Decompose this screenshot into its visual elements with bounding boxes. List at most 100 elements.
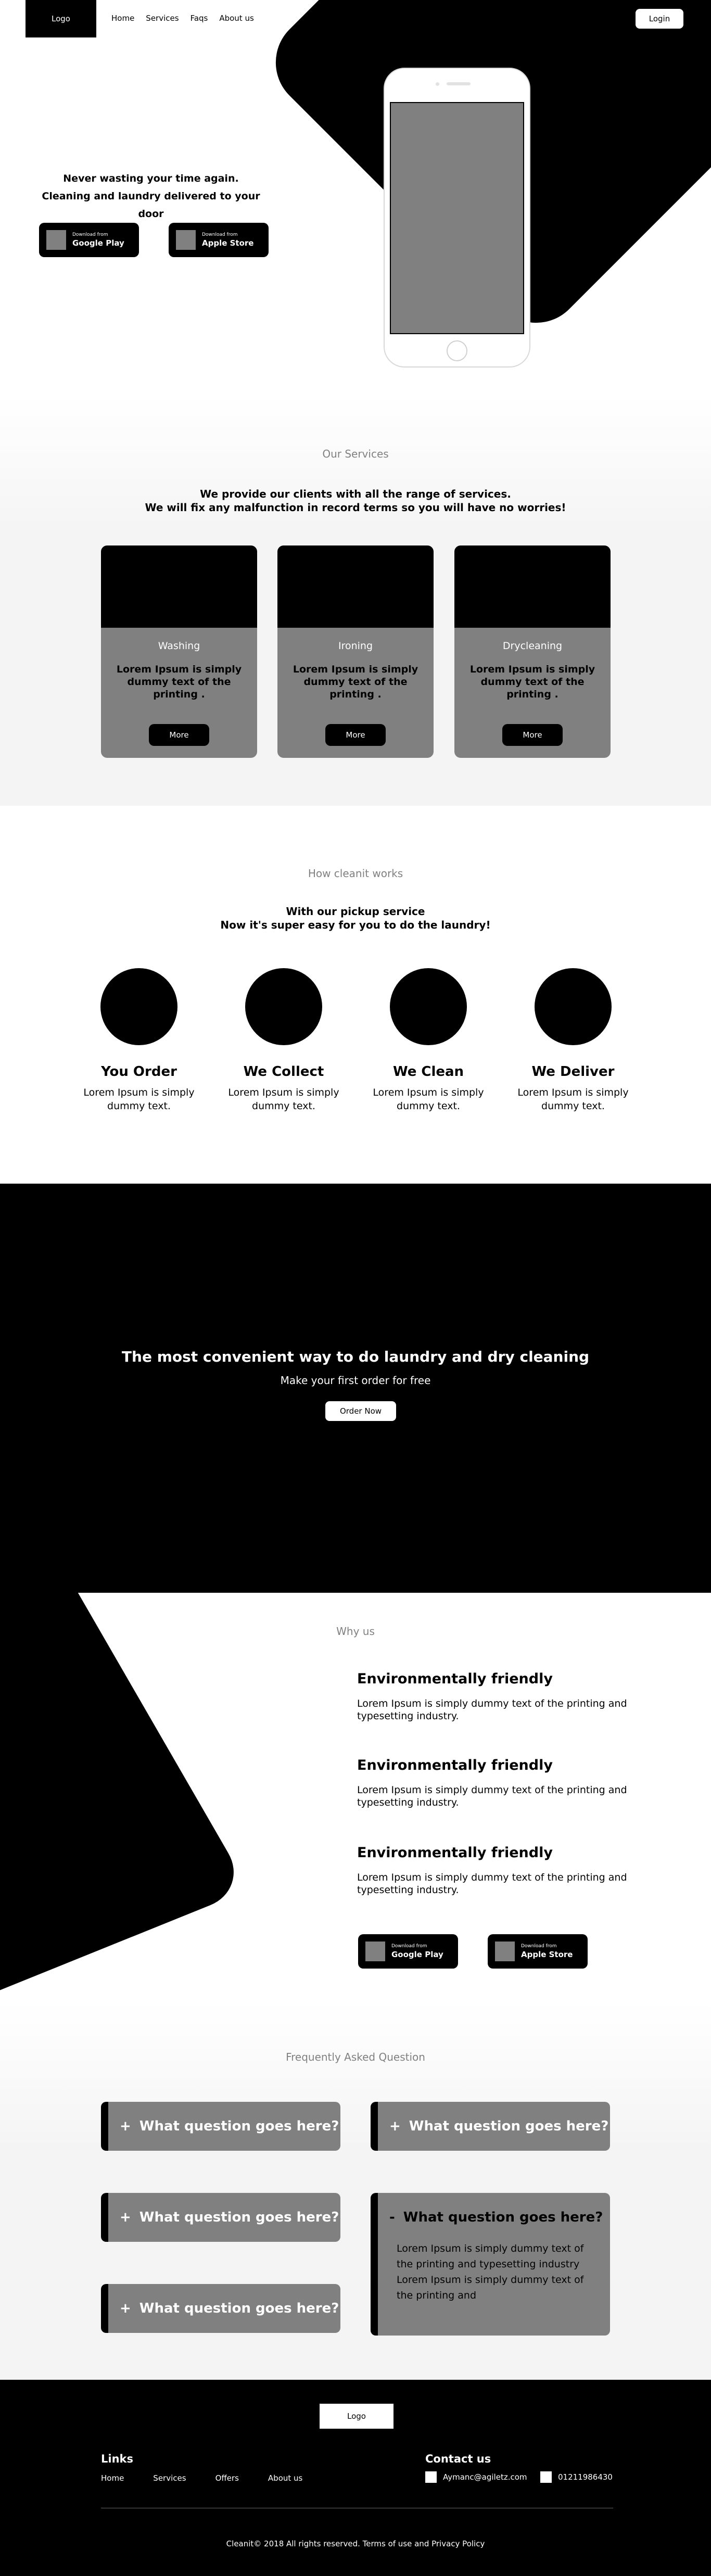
footer-link-offers[interactable]: Offers: [215, 2473, 239, 2483]
apple-store-icon: [495, 1941, 515, 1961]
faq-question: What question goes here?: [139, 2301, 339, 2316]
apple-store-button[interactable]: Download from Apple Store: [169, 223, 269, 257]
phone-screen: [390, 102, 524, 334]
faq-item-2[interactable]: + What question goes here?: [371, 2102, 610, 2151]
apple-store-small: Download from: [521, 1944, 557, 1949]
phone-speaker: [447, 82, 471, 85]
services-section: Our Services We provide our clients with…: [0, 396, 711, 806]
nav-about-us[interactable]: About us: [219, 14, 253, 23]
footer-link-home[interactable]: Home: [101, 2473, 124, 2483]
apple-store-icon: [176, 230, 196, 250]
faq-item-3[interactable]: + What question goes here?: [101, 2193, 340, 2242]
footer-links: Home Services Offers About us: [101, 2473, 332, 2483]
footer-link-about-us[interactable]: About us: [268, 2473, 302, 2483]
step-icon: [100, 968, 177, 1045]
services-sub-line-1: We provide our clients with all the rang…: [200, 488, 511, 500]
copyright: Cleanit© 2018 All rights reserved. Terms…: [226, 2539, 485, 2548]
service-card-ironing: Ironing Lorem Ipsum is simply dummy text…: [277, 545, 434, 758]
why-item-title: Environmentally friendly: [357, 1671, 553, 1687]
phone-home-button: [447, 340, 467, 361]
plus-icon: +: [120, 2118, 131, 2134]
step-text: Lorem Ipsum is simply dummy text.: [83, 1087, 195, 1112]
why-item-text: Lorem Ipsum is simply dummy text of the …: [357, 1872, 627, 1896]
apple-store-label: Apple Store: [202, 238, 254, 248]
card-text: Lorem Ipsum is simply dummy text of the …: [293, 664, 418, 700]
cta-title: The most convenient way to do laundry an…: [121, 1348, 590, 1365]
google-play-icon: [46, 230, 66, 250]
phone-text: 01211986430: [558, 2472, 613, 2482]
more-button[interactable]: More: [149, 724, 209, 746]
footer-link-services[interactable]: Services: [153, 2473, 186, 2483]
faq-item-4[interactable]: + What question goes here?: [101, 2284, 340, 2333]
service-card-drycleaning: Drycleaning Lorem Ipsum is simply dummy …: [454, 545, 611, 758]
faq-question: What question goes here?: [409, 2118, 609, 2134]
contact-phone[interactable]: 01211986430: [540, 2471, 613, 2483]
order-now-button[interactable]: Order Now: [325, 1401, 396, 1421]
nav-services[interactable]: Services: [146, 14, 179, 23]
faq-question: What question goes here?: [139, 2210, 339, 2225]
step-text: Lorem Ipsum is simply dummy text.: [373, 1087, 484, 1112]
why-us-section: Why us Environmentally friendly Lorem Ip…: [0, 1593, 711, 2000]
hero-line-2: Cleaning and laundry delivered to your d…: [42, 191, 260, 220]
why-item-text: Lorem Ipsum is simply dummy text of the …: [357, 1784, 627, 1808]
google-play-button[interactable]: Download from Google Play: [39, 223, 139, 257]
why-background-shape: [0, 1593, 249, 2000]
card-title: Ironing: [338, 640, 373, 652]
how-subtitle: With our pickup service Now it's super e…: [0, 905, 711, 932]
minus-icon: -: [389, 2210, 395, 2225]
how-it-works-section: How cleanit works With our pickup servic…: [0, 806, 711, 1184]
footer-logo[interactable]: Logo: [320, 2404, 393, 2429]
step-title: We Clean: [392, 1064, 464, 1080]
card-text: Lorem Ipsum is simply dummy text of the …: [469, 664, 595, 700]
faq-label: Frequently Asked Question: [286, 2051, 425, 2063]
more-button[interactable]: More: [502, 724, 563, 746]
how-sub-line-1: With our pickup service: [286, 905, 425, 918]
header-logo[interactable]: Logo: [26, 0, 96, 37]
google-play-label: Google Play: [72, 238, 124, 248]
cta-subtitle: Make your first order for free: [280, 1374, 431, 1387]
apple-store-button[interactable]: Download from Apple Store: [488, 1934, 588, 1969]
contact-email[interactable]: Aymanc@agiletz.com: [425, 2471, 527, 2483]
apple-store-label: Apple Store: [521, 1950, 573, 1959]
step-text: Lorem Ipsum is simply dummy text.: [228, 1087, 339, 1112]
why-item-3: Environmentally friendly Lorem Ipsum is …: [357, 1845, 649, 1896]
step-we-collect: We Collect Lorem Ipsum is simply dummy t…: [216, 968, 351, 1113]
footer-links-title: Links: [101, 2453, 133, 2465]
why-item-title: Environmentally friendly: [357, 1845, 553, 1861]
apple-store-small: Download from: [202, 232, 238, 237]
faq-section: Frequently Asked Question + What question…: [0, 2000, 711, 2380]
service-card-washing: Washing Lorem Ipsum is simply dummy text…: [101, 545, 257, 758]
nav-links: Home Services Faqs About us: [111, 14, 254, 23]
nav-faqs[interactable]: Faqs: [191, 14, 208, 23]
more-button[interactable]: More: [325, 724, 386, 746]
plus-icon: +: [120, 2210, 131, 2225]
step-title: We Deliver: [531, 1064, 615, 1080]
card-text: Lorem Ipsum is simply dummy text of the …: [116, 664, 242, 700]
why-item-title: Environmentally friendly: [357, 1757, 553, 1773]
faq-item-5-expanded[interactable]: - What question goes here? Lorem Ipsum is…: [371, 2193, 610, 2336]
card-image: [101, 545, 257, 628]
google-play-button[interactable]: Download from Google Play: [358, 1934, 458, 1969]
card-title: Drycleaning: [502, 640, 563, 652]
services-label: Our Services: [322, 448, 389, 460]
why-item-text: Lorem Ipsum is simply dummy text of the …: [357, 1698, 627, 1722]
step-icon: [390, 968, 467, 1045]
phone-icon: [540, 2471, 552, 2483]
footer-contact-title: Contact us: [425, 2453, 491, 2465]
footer: Logo Links Home Services Offers About us…: [0, 2380, 711, 2576]
step-icon: [535, 968, 612, 1045]
step-title: We Collect: [243, 1064, 324, 1080]
faq-answer: Lorem Ipsum is simply dummy text of the …: [397, 2243, 584, 2301]
step-we-deliver: We Deliver Lorem Ipsum is simply dummy t…: [505, 968, 641, 1113]
email-icon: [425, 2471, 437, 2483]
why-label: Why us: [336, 1625, 375, 1638]
login-button[interactable]: Login: [636, 9, 683, 29]
card-image: [277, 545, 434, 628]
google-play-label: Google Play: [391, 1950, 443, 1959]
hero-line-1: Never wasting your time again.: [63, 173, 239, 184]
faq-question: What question goes here?: [139, 2118, 339, 2134]
step-icon: [245, 968, 322, 1045]
faq-item-1[interactable]: + What question goes here?: [101, 2102, 340, 2151]
card-image: [454, 545, 611, 628]
nav-home[interactable]: Home: [111, 14, 134, 23]
